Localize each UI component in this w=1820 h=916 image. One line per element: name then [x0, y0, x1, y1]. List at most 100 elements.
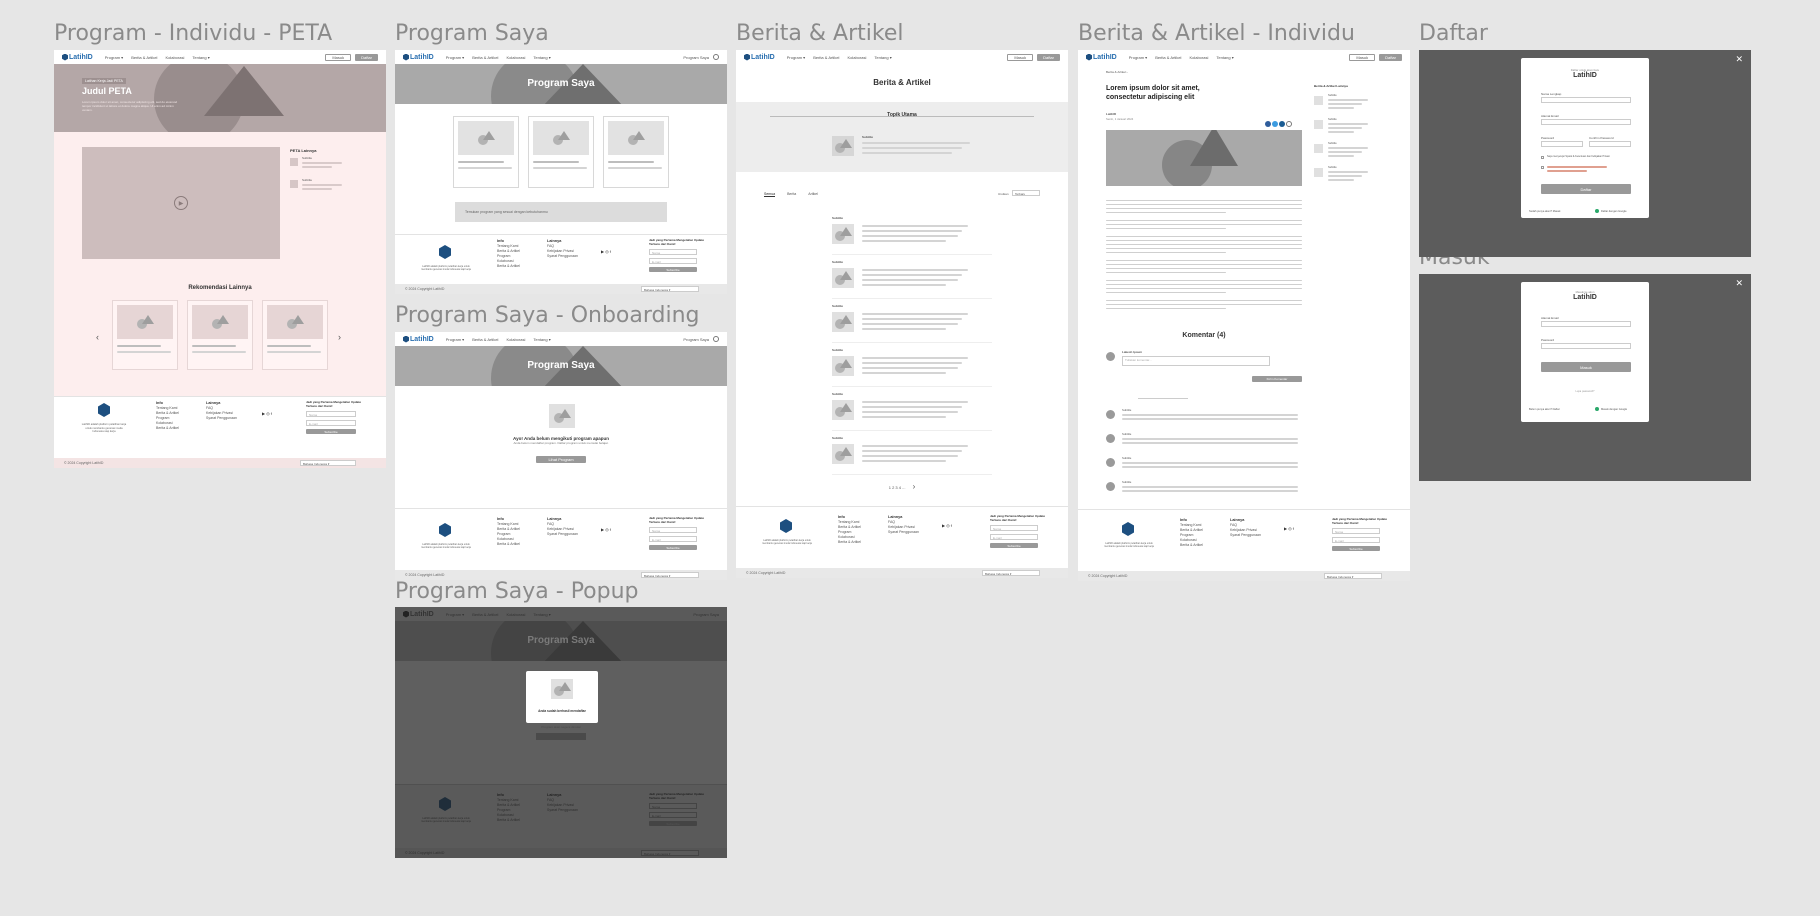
nav-berita[interactable]: Berita & Artikel	[1155, 55, 1181, 60]
footer-link[interactable]: Program	[1180, 533, 1193, 537]
footer-link[interactable]: Berita & Artikel	[156, 426, 179, 430]
program-card[interactable]	[453, 116, 519, 188]
nav-kolaborasi[interactable]: Kolaborasi	[165, 55, 184, 60]
footer-link[interactable]: Berita & Artikel	[497, 803, 520, 807]
footer-link[interactable]: Kolaborasi	[497, 813, 514, 817]
nav-tentang[interactable]: Tentang ▾	[1216, 55, 1233, 60]
footer-link[interactable]: FAQ	[547, 798, 554, 802]
google-login[interactable]: Masuk dengan Google	[1595, 407, 1627, 411]
video-player[interactable]: ▶	[82, 147, 280, 259]
program-card[interactable]	[603, 116, 669, 188]
nav-program[interactable]: Program ▾	[105, 55, 123, 60]
daftar-submit-button[interactable]: Daftar	[1541, 184, 1631, 194]
daftar-button[interactable]: Daftar	[1037, 53, 1060, 61]
footer-link[interactable]: Kebijakan Privasi	[888, 525, 915, 529]
nav-tentang[interactable]: Tentang ▾	[533, 612, 550, 617]
masuk-button[interactable]: Masuk	[1349, 53, 1376, 61]
footer-link[interactable]: Syarat Penggunaan	[547, 808, 578, 812]
footer-link[interactable]: Kebijakan Privasi	[206, 411, 233, 415]
user-icon[interactable]	[713, 336, 719, 342]
agree-checkbox-2[interactable]	[1541, 166, 1544, 169]
masuk-button[interactable]: Masuk	[1007, 53, 1034, 61]
list-item[interactable]: Subtitle	[832, 392, 992, 431]
footer-link[interactable]: Kolaborasi	[1180, 538, 1197, 542]
masuk-submit-button[interactable]: Masuk	[1541, 362, 1631, 372]
footer-link[interactable]: Berita & Artikel	[156, 411, 179, 415]
nav-berita[interactable]: Berita & Artikel	[472, 55, 498, 60]
register-link[interactable]: Belum punya akun? Daftar	[1529, 408, 1560, 411]
nav-program-saya[interactable]: Program Saya	[683, 337, 709, 342]
list-item[interactable]: Subtitle	[832, 348, 992, 387]
nav-berita[interactable]: Berita & Artikel	[131, 55, 157, 60]
footer-link[interactable]: Berita & Artikel	[838, 540, 861, 544]
pagination-next-icon[interactable]: ›	[913, 482, 916, 491]
twitter-icon[interactable]	[1272, 121, 1278, 127]
footer-link[interactable]: Syarat Penggunaan	[206, 416, 237, 420]
footer-link[interactable]: FAQ	[206, 406, 213, 410]
related-thumb[interactable]	[1314, 96, 1323, 105]
pagination-pages[interactable]: 1 2 3 4 ...	[889, 485, 906, 490]
daftar-button[interactable]: Daftar	[355, 53, 378, 61]
footer-link[interactable]: Berita & Artikel	[497, 264, 520, 268]
pagination[interactable]: 1 2 3 4 ... ›	[736, 482, 1068, 491]
nav-tentang[interactable]: Tentang ▾	[533, 55, 550, 60]
footer-link[interactable]: Berita & Artikel	[1180, 543, 1203, 547]
nav-program[interactable]: Program ▾	[446, 612, 464, 617]
logo[interactable]: LatihID	[62, 53, 93, 61]
footer-link[interactable]: Kolaborasi	[156, 421, 173, 425]
footer-link[interactable]: Syarat Penggunaan	[547, 254, 578, 258]
footer-link[interactable]: FAQ	[547, 522, 554, 526]
footer-link[interactable]: Tentang Kami	[497, 244, 518, 248]
footer-link[interactable]: Kolaborasi	[838, 535, 855, 539]
close-icon[interactable]: ✕	[1735, 54, 1743, 65]
login-link[interactable]: Sudah punya akun? Masuk	[1529, 210, 1560, 213]
linkedin-icon[interactable]	[1279, 121, 1285, 127]
subscribe-button[interactable]: Subscribe	[649, 821, 697, 826]
newsletter-name-input[interactable]: Nama	[649, 249, 697, 255]
newsletter-name-input[interactable]: Nama	[990, 525, 1038, 531]
play-icon[interactable]: ▶	[174, 196, 188, 210]
list-item[interactable]: Subtitle	[832, 304, 992, 343]
footer-link[interactable]: Program	[838, 530, 851, 534]
logo[interactable]: LatihID	[403, 335, 434, 343]
language-select[interactable]: Bahasa Indonesia ▾	[641, 286, 699, 292]
comment-input[interactable]: Tuliskan komentar...	[1122, 356, 1270, 366]
logo[interactable]: LatihID	[403, 610, 434, 618]
subscribe-button[interactable]: Subscribe	[990, 543, 1038, 548]
password-input[interactable]	[1541, 141, 1583, 147]
agree-checkbox[interactable]	[1541, 156, 1544, 159]
footer-link[interactable]: Berita & Artikel	[497, 527, 520, 531]
google-register[interactable]: Daftar dengan Google	[1595, 209, 1627, 213]
logo[interactable]: LatihID	[744, 53, 775, 61]
email-input[interactable]	[1541, 321, 1631, 327]
subscribe-button[interactable]: Subscribe	[1332, 546, 1380, 551]
footer-link[interactable]: Kebijakan Privasi	[547, 803, 574, 807]
list-item[interactable]: Subtitle	[832, 216, 992, 255]
newsletter-email-input[interactable]: E-mail	[649, 812, 697, 818]
footer-link[interactable]: FAQ	[888, 520, 895, 524]
footer-link[interactable]: Tentang Kami	[1180, 523, 1201, 527]
rekomendasi-card[interactable]	[187, 300, 253, 370]
breadcrumb[interactable]: Berita & Artikel ›	[1106, 70, 1128, 74]
related-thumb[interactable]	[1314, 144, 1323, 153]
nav-kolaborasi[interactable]: Kolaborasi	[506, 612, 525, 617]
related-thumb[interactable]	[1314, 168, 1323, 177]
nav-program-saya[interactable]: Program Saya	[683, 55, 709, 60]
rekomendasi-card[interactable]	[112, 300, 178, 370]
list-item[interactable]: Subtitle	[832, 260, 992, 299]
comment-submit-button[interactable]: Kirim Komentar	[1252, 376, 1302, 382]
email-input[interactable]	[1541, 119, 1631, 125]
nav-tentang[interactable]: Tentang ▾	[533, 337, 550, 342]
footer-link[interactable]: Berita & Artikel	[497, 818, 520, 822]
password-input[interactable]	[1541, 343, 1631, 349]
nav-kolaborasi[interactable]: Kolaborasi	[847, 55, 866, 60]
footer-link[interactable]: Program	[497, 808, 510, 812]
footer-link[interactable]: Syarat Penggunaan	[547, 532, 578, 536]
peta-side-thumb-2[interactable]	[290, 180, 298, 188]
nav-program[interactable]: Program ▾	[446, 55, 464, 60]
list-item[interactable]: Subtitle	[832, 436, 992, 475]
find-program-banner[interactable]: Temukan program yang sesuai dengan kebut…	[455, 202, 667, 222]
language-select[interactable]: Bahasa Indonesia ▾	[1324, 573, 1382, 579]
nav-berita[interactable]: Berita & Artikel	[472, 612, 498, 617]
topik-thumb[interactable]	[832, 136, 854, 156]
